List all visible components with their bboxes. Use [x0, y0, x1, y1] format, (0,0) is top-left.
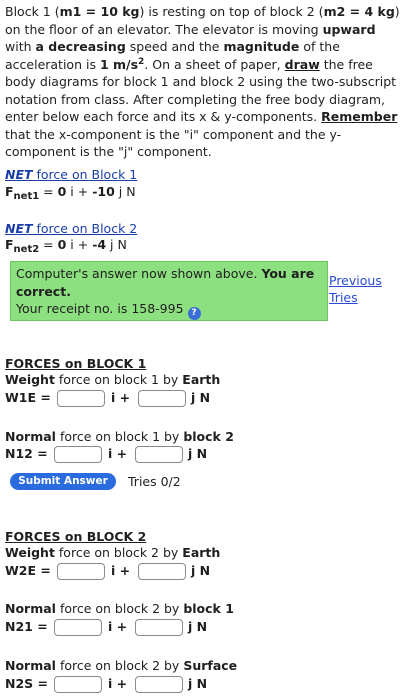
n21-y-input[interactable]	[135, 619, 183, 636]
w1e-i-label: i +	[111, 390, 131, 405]
w2e-i-label: i +	[111, 563, 131, 578]
n12-i-label: i +	[108, 446, 128, 461]
block2-normal2-desc: Normal force on block 2 by Surface	[5, 658, 238, 673]
receipt-line: Your receipt no. is 158-995 ?	[16, 300, 201, 320]
block1-heading: FORCES on BLOCK 1	[5, 356, 147, 371]
block1-weight-desc: Weight force on block 1 by Earth	[5, 372, 221, 387]
n2s-x-input[interactable]	[54, 676, 102, 693]
n21-x-input[interactable]	[54, 619, 102, 636]
w1e-j-label: j N	[191, 390, 211, 405]
w1e-y-input[interactable]	[138, 390, 186, 407]
n12-j-label: j N	[188, 446, 208, 461]
w2e-j-label: j N	[191, 563, 211, 578]
n2s-j-label: j N	[188, 676, 208, 691]
n12-label: N12 =	[5, 446, 48, 461]
previous-tries-link[interactable]: Previous Tries	[329, 272, 382, 306]
block2-heading: FORCES on BLOCK 2	[5, 529, 147, 544]
n21-i-label: i +	[108, 619, 128, 634]
net-force-2-heading: NET force on Block 2	[5, 221, 138, 236]
problem-statement: Block 1 (m1 = 10 kg) is resting on top o…	[5, 4, 400, 159]
block1-normal-desc: Normal force on block 1 by block 2	[5, 429, 234, 444]
n12-x-input[interactable]	[54, 446, 102, 463]
help-icon[interactable]: ?	[187, 307, 201, 320]
n2s-i-label: i +	[108, 676, 128, 691]
w2e-x-input[interactable]	[57, 563, 105, 580]
net-force-1-heading: NET force on Block 1	[5, 167, 138, 182]
correct-message: Computer's answer now shown above. You a…	[16, 266, 315, 299]
net-force-1-value: Fnet1 = 0 i + -10 j N	[5, 184, 136, 202]
w2e-label: W2E =	[5, 563, 51, 578]
n12-y-input[interactable]	[135, 446, 183, 463]
n21-j-label: j N	[188, 619, 208, 634]
n2s-label: N2S =	[5, 676, 48, 691]
correct-answer-box: Computer's answer now shown above. You a…	[10, 261, 328, 321]
n21-label: N21 =	[5, 619, 48, 634]
net-force-2-value: Fnet2 = 0 i + -4 j N	[5, 237, 127, 255]
w2e-y-input[interactable]	[138, 563, 186, 580]
tries-count: Tries 0/2	[128, 474, 181, 489]
block2-weight-desc: Weight force on block 2 by Earth	[5, 545, 221, 560]
n2s-y-input[interactable]	[135, 676, 183, 693]
submit-answer-button[interactable]: Submit Answer	[10, 473, 116, 490]
w1e-label: W1E =	[5, 390, 51, 405]
block2-normal1-desc: Normal force on block 2 by block 1	[5, 601, 234, 616]
w1e-x-input[interactable]	[57, 390, 105, 407]
